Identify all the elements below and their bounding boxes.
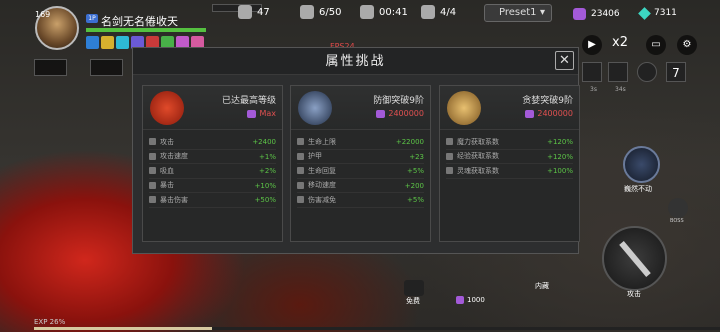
stat-row: 生命回复 +5% [297, 164, 424, 179]
cooldown-label: 3s [590, 86, 597, 93]
coins-icon [447, 91, 481, 125]
player-tag: 1P [86, 14, 98, 23]
helmet-icon [298, 91, 332, 125]
hidden-label: 内藏 [535, 282, 549, 290]
exp-label: EXP 26% [34, 318, 66, 326]
attack-button[interactable] [602, 226, 667, 291]
stat-icon [446, 167, 453, 175]
attack-card[interactable]: 已达最高等级 Max 攻击 +2400 攻击速度 +1% 吸血 +2% 暴击 +10% … [142, 85, 283, 242]
defense-card[interactable]: 防御突破9阶 2400000 生命上限 +22000 护甲 +23 生命回复 +5% … [290, 85, 431, 242]
player-health-bar [86, 28, 206, 32]
skill-slot[interactable] [608, 62, 628, 82]
stat-icon [446, 138, 453, 146]
cooldown-label: 34s [615, 86, 626, 93]
stat-icon [297, 181, 304, 189]
demon-icon [421, 5, 435, 19]
shop-cost[interactable]: 1000 [456, 296, 485, 304]
stat-icon [149, 196, 156, 204]
speed-toggle[interactable]: x2 [612, 35, 628, 50]
stat-row: 灵魂获取系数 +100% [446, 164, 573, 179]
stat-icon [297, 196, 304, 204]
chevron-down-icon: ▾ [539, 7, 545, 18]
stat-row: 攻击速度 +1% [149, 150, 276, 164]
feather-button[interactable] [90, 59, 123, 76]
buff-icon[interactable] [101, 36, 114, 49]
skill-slot[interactable] [582, 62, 602, 82]
purple-currency: 23406 [573, 8, 620, 20]
stat-row: 经验获取系数 +120% [446, 150, 573, 164]
stat-icon [446, 152, 453, 160]
stat-row: 魔力获取系数 +120% [446, 135, 573, 150]
stat-icon [149, 152, 156, 160]
stat-icon [149, 181, 156, 189]
stat-icon [297, 167, 304, 175]
card-cost: 2400000 [525, 109, 573, 118]
attribute-challenge-modal: 属性挑战 ✕ 已达最高等级 Max 攻击 +2400 攻击速度 +1% 吸血 +2% … [132, 47, 580, 254]
free-item-icon[interactable] [404, 280, 424, 296]
modal-title: 属性挑战 [133, 48, 578, 75]
sword-icon [619, 240, 651, 278]
buff-icon[interactable] [116, 36, 129, 49]
close-button[interactable]: ✕ [555, 51, 574, 70]
chat-icon[interactable]: ▭ [646, 35, 666, 55]
buff-icon[interactable] [86, 36, 99, 49]
skill-slot[interactable]: 7 [666, 62, 686, 82]
skill-slot[interactable] [637, 62, 657, 82]
card-cost: 2400000 [376, 109, 424, 118]
gear-icon[interactable]: ⚙ [677, 35, 697, 55]
attack-label: 攻击 [627, 290, 641, 298]
free-label: 免费 [406, 297, 420, 305]
greed-card[interactable]: 贪婪突破9阶 2400000 魔力获取系数 +120% 经验获取系数 +120% 灵… [439, 85, 580, 242]
stat-row: 生命上限 +22000 [297, 135, 424, 150]
teal-currency: 7311 [638, 6, 677, 20]
stat-row: 伤害减免 +5% [297, 193, 424, 208]
stat-icon [297, 152, 304, 160]
exp-bar [34, 327, 720, 330]
gem-icon [456, 296, 464, 304]
gem-icon [525, 109, 535, 118]
gem-icon [376, 109, 386, 118]
crystal-icon [638, 6, 651, 20]
skill-label: 巍然不动 [624, 185, 652, 193]
stat-row: 吸血 +2% [149, 164, 276, 179]
stat-icon [297, 138, 304, 146]
card-cost: Max [247, 109, 276, 118]
boss-icon[interactable] [668, 198, 688, 218]
heart-icon [300, 5, 314, 19]
stat-row: 暴击 +10% [149, 179, 276, 193]
profile-button[interactable] [34, 59, 67, 76]
player-level: 169 [35, 10, 51, 19]
sword-icon [150, 91, 184, 125]
stage-counter: 4/4 [421, 5, 456, 19]
timer: 00:41 [360, 5, 408, 19]
stat-icon [149, 138, 156, 146]
wave-counter: 6/50 [300, 5, 341, 19]
shield-skill-button[interactable] [623, 146, 660, 183]
stat-icon [149, 167, 156, 175]
boss-label: BOSS [670, 218, 684, 224]
gem-icon [573, 8, 586, 20]
player-name: 名剑无名倦收天 [101, 15, 178, 28]
play-button[interactable]: ▶ [582, 35, 602, 55]
stat-row: 护甲 +23 [297, 150, 424, 164]
fist-icon [238, 5, 252, 19]
preset-dropdown[interactable]: Preset1 ▾ [484, 4, 552, 22]
crossed-swords-icon [360, 5, 374, 19]
stat-row: 暴击伤害 +50% [149, 193, 276, 208]
gem-icon [247, 109, 257, 118]
stat-row: 攻击 +2400 [149, 135, 276, 150]
kill-counter: 47 [238, 5, 270, 19]
stat-row: 移动速度 +200 [297, 179, 424, 193]
